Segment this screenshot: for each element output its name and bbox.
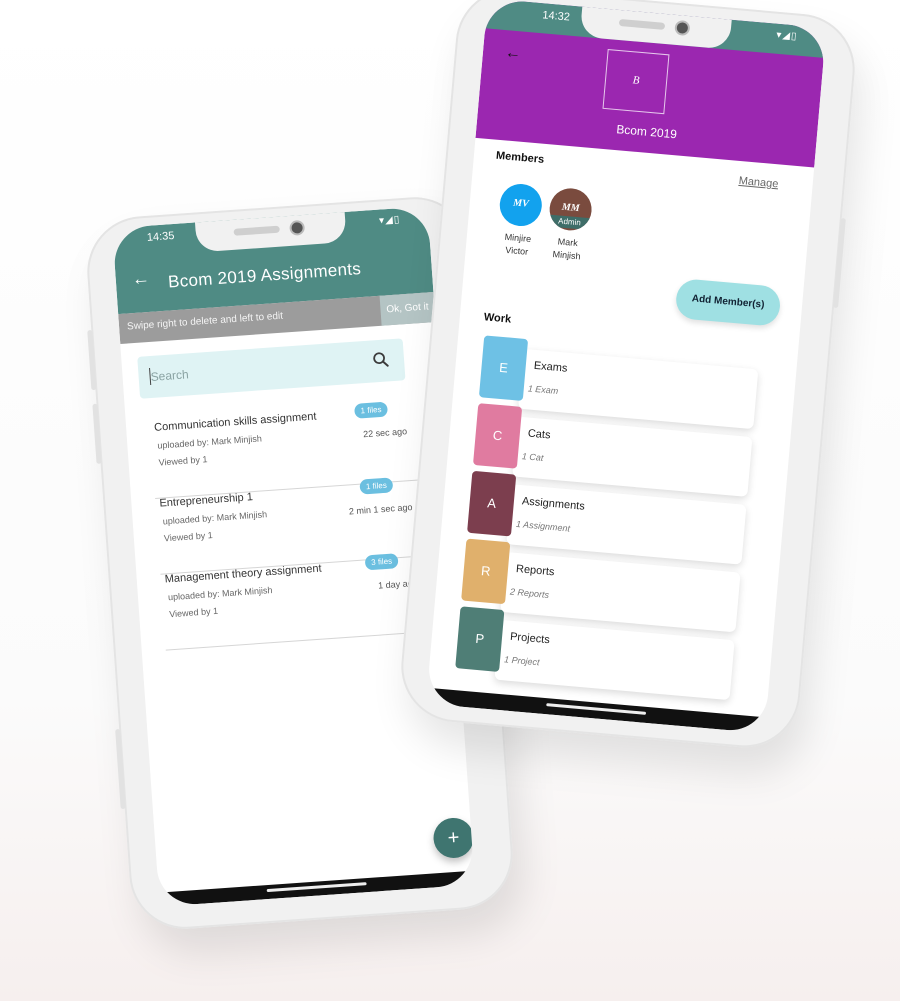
work-title: Exams <box>533 359 568 375</box>
members-heading: Members <box>495 149 545 166</box>
group-name: Bcom 2019 <box>615 122 678 142</box>
volume-down-button <box>92 403 102 464</box>
assignment-views: Viewed by 1 <box>163 530 214 544</box>
volume-up-button <box>87 329 97 391</box>
work-tile-reports[interactable]: R <box>461 538 511 605</box>
manage-link[interactable]: Manage <box>738 175 779 190</box>
member-last-name: Minjish <box>552 249 581 262</box>
group-screen: 14:32 ▾◢▯ ← B Bcom 2019 Members Manage M… <box>425 0 827 734</box>
member-initials: MV <box>512 197 530 210</box>
front-camera <box>676 21 689 34</box>
back-arrow-icon[interactable]: ← <box>131 268 150 290</box>
search-input[interactable]: Search <box>137 338 406 399</box>
work-tile-exams[interactable]: E <box>478 335 529 401</box>
admin-badge: Admin <box>548 214 591 231</box>
member-avatar[interactable]: MM Admin <box>547 186 594 233</box>
work-count: 1 Project <box>503 654 540 668</box>
speaker <box>233 225 280 236</box>
assignment-views: Viewed by 1 <box>158 454 208 468</box>
work-count: 2 Reports <box>509 586 550 600</box>
member-first-name: Minjire <box>504 231 532 245</box>
assignment-time: 2 min 1 sec ago <box>348 502 413 517</box>
snackbar-message: Swipe right to delete and left to edit <box>126 310 284 333</box>
group-avatar: B <box>602 49 670 115</box>
assignment-uploader: uploaded by: Mark Minjish <box>157 433 263 451</box>
assignment-title: Communication skills assignment <box>153 410 317 434</box>
work-card-assignments[interactable]: Assignments 1 Assignment <box>506 484 747 565</box>
work-count: 1 Assignment <box>515 518 571 534</box>
member-last-name: Victor <box>504 244 529 257</box>
add-assignment-button[interactable]: + <box>432 816 475 860</box>
work-heading: Work <box>483 311 512 326</box>
status-signal-icon: ▾◢▯ <box>378 214 401 227</box>
files-badge: 3 files <box>364 553 399 571</box>
status-signal-icon: ▾◢▯ <box>775 29 798 43</box>
status-time: 14:32 <box>541 9 571 24</box>
search-placeholder: Search <box>150 367 190 384</box>
work-title: Assignments <box>521 495 586 513</box>
home-indicator[interactable] <box>266 882 367 893</box>
work-tile-assignments[interactable]: A <box>467 470 517 537</box>
work-tile-projects[interactable]: P <box>455 606 505 672</box>
back-arrow-icon[interactable]: ← <box>504 44 521 63</box>
assignment-views: Viewed by 1 <box>168 605 219 620</box>
speaker <box>618 18 666 30</box>
assignment-uploader: uploaded by: Mark Minjish <box>167 585 273 603</box>
member-name: Minjire Victor <box>491 230 543 260</box>
files-badge: 1 files <box>359 477 394 495</box>
assignment-uploader: uploaded by: Mark Minjish <box>162 509 268 527</box>
home-indicator[interactable] <box>546 703 647 715</box>
member-avatar[interactable]: MV <box>498 182 544 228</box>
work-count: 1 Cat <box>521 451 544 463</box>
front-camera <box>291 222 303 234</box>
member-initials: MM <box>561 201 581 215</box>
work-count: 1 Exam <box>527 383 559 396</box>
member-name: Mark Minjish <box>541 234 593 264</box>
work-title: Cats <box>527 427 551 442</box>
work-card-projects[interactable]: Projects 1 Project <box>494 619 735 701</box>
home-bar <box>158 870 475 907</box>
member-first-name: Mark <box>557 236 579 249</box>
side-button <box>833 217 846 309</box>
files-badge: 1 files <box>354 401 388 419</box>
work-title: Reports <box>515 563 555 579</box>
snackbar-ok-button[interactable]: Ok, Got it <box>379 292 436 326</box>
work-card-cats[interactable]: Cats 1 Cat <box>512 416 753 497</box>
work-card-reports[interactable]: Reports 2 Reports <box>500 552 741 633</box>
work-title: Projects <box>509 630 551 647</box>
add-members-button[interactable]: Add Member(s) <box>674 278 782 327</box>
group-initial: B <box>632 74 640 87</box>
search-icon[interactable] <box>371 350 390 369</box>
side-button <box>115 728 126 810</box>
phone-group-detail: 14:32 ▾◢▯ ← B Bcom 2019 Members Manage M… <box>396 0 860 753</box>
work-card-exams[interactable]: Exams 1 Exam <box>518 348 759 430</box>
page-title: Bcom 2019 Assignments <box>167 259 362 292</box>
status-time: 14:35 <box>146 229 175 244</box>
assignment-time: 22 sec ago <box>362 426 408 440</box>
work-tile-cats[interactable]: C <box>472 403 523 469</box>
